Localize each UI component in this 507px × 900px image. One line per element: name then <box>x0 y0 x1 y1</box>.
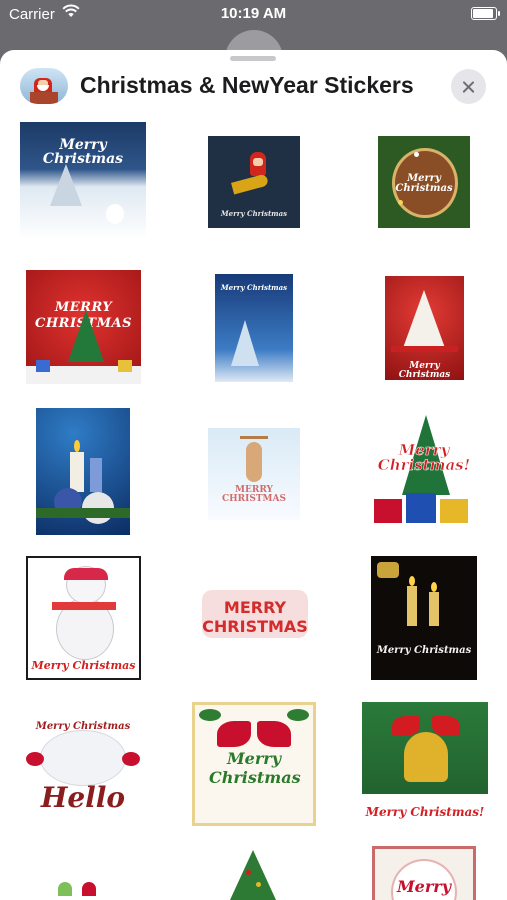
candle-card-sticker-icon <box>407 586 417 626</box>
snowy-night-sticker-icon <box>50 164 82 206</box>
golden-bell-sticker-icon <box>404 732 448 782</box>
snowmen-hello-sticker-icon <box>40 730 126 786</box>
elf-sticker-icon <box>58 882 72 896</box>
sticker-item[interactable]: MERRY CHRISTMAS <box>208 428 300 520</box>
sticker-item[interactable]: Merry <box>372 846 476 900</box>
sticker-item[interactable]: Merry Christmas! <box>360 415 488 529</box>
sticker-item[interactable]: Merry Christmas! <box>362 702 488 828</box>
sticker-item[interactable]: Merry Christmas <box>371 556 477 680</box>
sticker-item[interactable]: Merry Christmas <box>26 556 141 680</box>
tree-red-card-sticker-icon <box>68 310 104 362</box>
battery-icon <box>471 7 500 20</box>
sticker-sheet: Christmas & NewYear Stickers Merry Chris… <box>0 50 507 900</box>
sticker-item[interactable]: Merry Christmas <box>208 136 300 228</box>
sticker-item[interactable]: Merry Christmas <box>20 122 146 240</box>
sticker-item[interactable]: Merry Christmas <box>192 702 316 826</box>
sticker-item[interactable] <box>50 876 110 900</box>
sticker-item[interactable] <box>226 848 280 900</box>
clock: 10:19 AM <box>220 5 287 22</box>
status-bar: Carrier 10:19 AM <box>0 0 507 30</box>
lace-tree-sticker-icon <box>403 290 445 348</box>
reindeer-sticker-icon <box>246 442 262 482</box>
sticker-item[interactable]: Merry Christmas <box>215 274 293 382</box>
sticker-item[interactable]: Merry Christmas <box>378 136 470 228</box>
sticker-grid: Merry Christmas Merry Christmas Merry Ch… <box>0 50 507 900</box>
bow-holly-sticker-icon <box>217 721 251 747</box>
sticker-item[interactable]: MERRY CHRISTMAS <box>192 582 318 648</box>
small-tree-sticker-icon <box>230 850 276 900</box>
sticker-item[interactable]: Merry Christmas <box>385 276 464 380</box>
snowy-forest-sticker-icon <box>231 320 259 366</box>
sticker-item[interactable]: MERRY CHRISTMAS <box>26 270 141 384</box>
candles-ornaments-sticker-icon <box>70 452 84 492</box>
sticker-item[interactable]: Merry Christmas Hello <box>22 710 144 822</box>
sticker-item[interactable] <box>36 408 130 535</box>
